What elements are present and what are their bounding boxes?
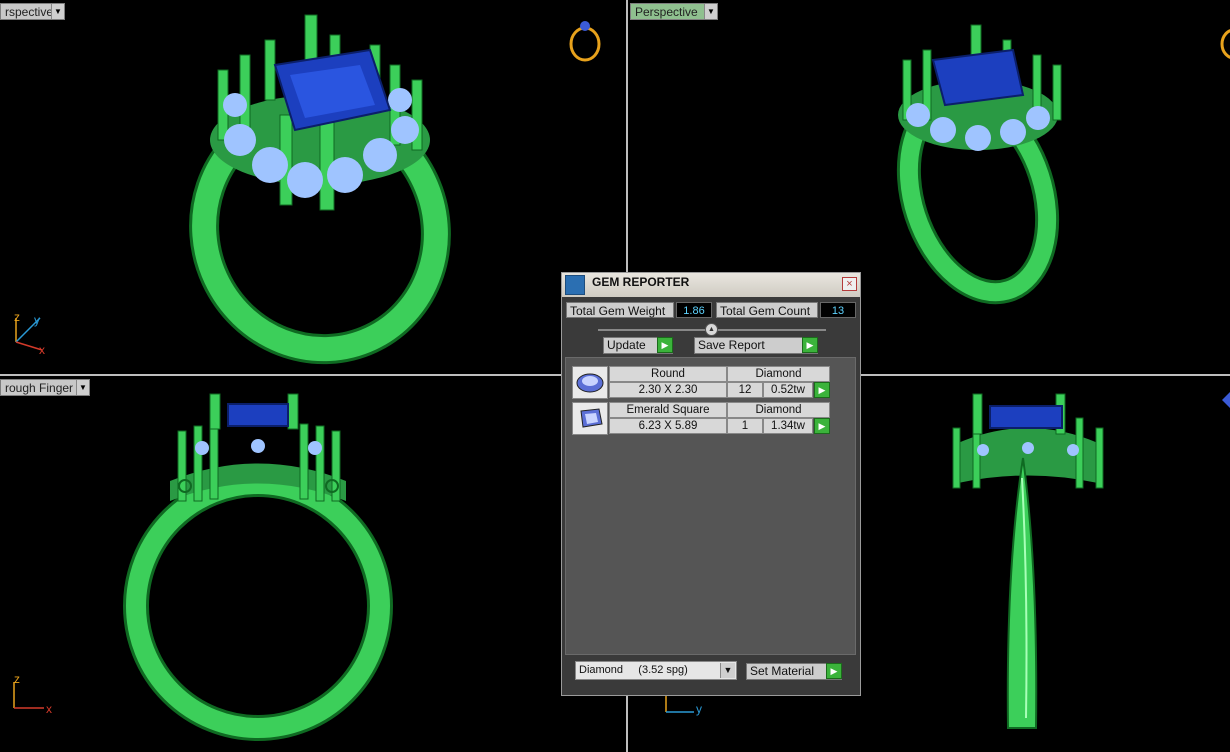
axis-z-label: z: [14, 310, 20, 324]
axis-z-label: z: [14, 672, 20, 686]
save-report-button-label: Save Report: [698, 338, 765, 352]
update-go-icon[interactable]: ▶: [657, 337, 673, 353]
gem-material: Diamond: [727, 366, 830, 382]
viewport-label-text: Perspective: [635, 5, 698, 19]
gem-reporter-icon: [565, 275, 585, 295]
gizmo-ring-icon[interactable]: [1218, 18, 1230, 62]
total-gem-count-label: Total Gem Count: [716, 302, 818, 318]
set-material-go-icon[interactable]: ▶: [826, 663, 842, 679]
gem-size: 2.30 X 2.30: [609, 382, 727, 398]
gem-shape: Round: [609, 366, 727, 382]
gem-count: 12: [727, 382, 763, 398]
gem-row-go-icon[interactable]: ▶: [814, 382, 830, 398]
set-material-button-label: Set Material: [750, 664, 815, 678]
gem-material: Diamond: [727, 402, 830, 418]
ring-model-perspective-2[interactable]: [883, 20, 1083, 310]
material-select-value: Diamond (3.52 spg): [579, 664, 688, 676]
total-gem-count-value: 13: [820, 302, 856, 318]
total-gem-weight-label: Total Gem Weight: [566, 302, 674, 318]
chevron-down-icon[interactable]: ▼: [720, 663, 735, 678]
ring-model-side[interactable]: [928, 388, 1128, 738]
axis-x-label: x: [39, 343, 45, 357]
chevron-down-icon[interactable]: ▼: [76, 380, 89, 395]
gem-weight: 1.34tw: [763, 418, 813, 434]
dialog-title: GEM REPORTER: [592, 275, 690, 289]
viewport-label-text: rspective: [5, 5, 54, 19]
total-gem-weight-value: 1.86: [676, 302, 712, 318]
gem-shape: Emerald Square: [609, 402, 727, 418]
gem-list[interactable]: Round Diamond 2.30 X 2.30 12 0.52tw ▶ Em…: [565, 357, 856, 655]
material-select[interactable]: Diamond (3.52 spg) ▼: [575, 661, 737, 680]
update-button-label: Update: [607, 338, 646, 352]
gem-size: 6.23 X 5.89: [609, 418, 727, 434]
gizmo-ring-icon[interactable]: [565, 18, 605, 62]
gem-reporter-dialog: GEM REPORTER × Total Gem Weight 1.86 Tot…: [561, 272, 861, 696]
collapse-toggle-button[interactable]: ▲: [705, 323, 718, 336]
gem-row[interactable]: Emerald Square Diamond 6.23 X 5.89 1 1.3…: [572, 402, 830, 435]
round-gem-icon: [572, 366, 608, 399]
viewport-top-left[interactable]: rspective ▼ z y x: [0, 0, 626, 374]
gizmo-arrow-icon[interactable]: [1222, 388, 1230, 412]
chevron-down-icon[interactable]: ▼: [704, 4, 717, 19]
save-report-go-icon[interactable]: ▶: [802, 337, 818, 353]
viewport-label-top-left[interactable]: rspective ▼: [0, 3, 65, 20]
ring-model-perspective[interactable]: [180, 10, 460, 370]
emerald-square-gem-icon: [572, 402, 608, 435]
close-button[interactable]: ×: [842, 277, 857, 291]
gem-weight: 0.52tw: [763, 382, 813, 398]
gem-count: 1: [727, 418, 763, 434]
viewport-bottom-left[interactable]: rough Finger ▼ z x: [0, 376, 626, 752]
axis-y-label: y: [34, 313, 40, 327]
gem-row-go-icon[interactable]: ▶: [814, 418, 830, 434]
gem-row[interactable]: Round Diamond 2.30 X 2.30 12 0.52tw ▶: [572, 366, 830, 399]
viewport-label-top-right[interactable]: Perspective ▼: [630, 3, 718, 20]
viewport-label-text: rough Finger: [5, 381, 74, 395]
ring-model-through-finger[interactable]: [110, 386, 410, 746]
axis-x-label: x: [46, 702, 52, 716]
viewport-label-bottom-left[interactable]: rough Finger ▼: [0, 379, 90, 396]
save-report-button[interactable]: Save Report: [694, 337, 818, 354]
dialog-title-bar[interactable]: GEM REPORTER ×: [562, 273, 860, 297]
chevron-down-icon[interactable]: ▼: [51, 4, 64, 19]
axis-y-label: y: [696, 702, 702, 716]
